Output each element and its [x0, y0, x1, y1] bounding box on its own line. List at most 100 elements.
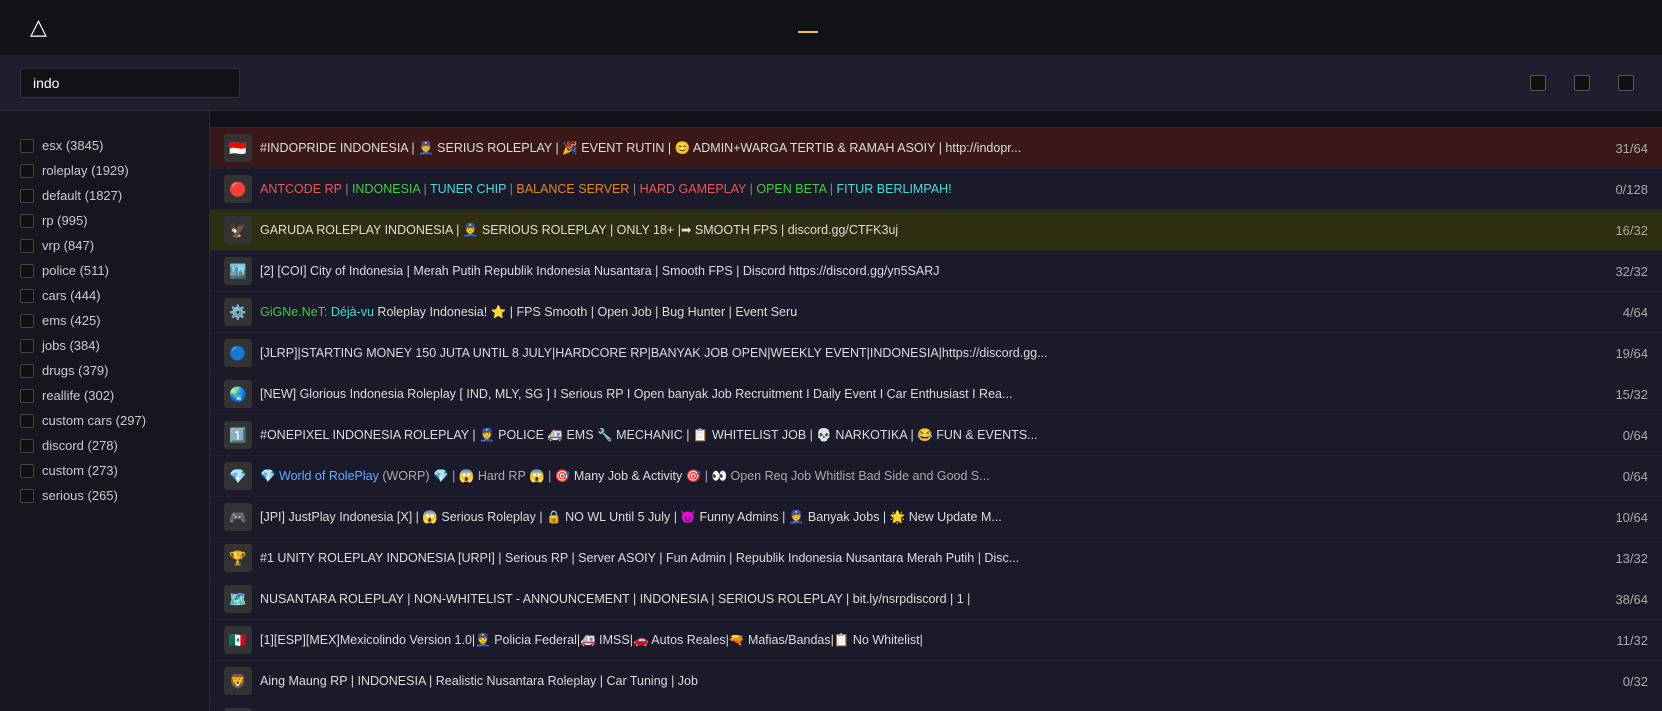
tag-label: drugs (379): [42, 363, 108, 378]
server-row[interactable]: 🏙️ [2] [COI] City of Indonesia | Merah P…: [210, 251, 1662, 292]
tag-label: reallife (302): [42, 388, 114, 403]
nav-favorites[interactable]: [876, 24, 896, 32]
server-row[interactable]: 🇲🇽 [1][ESP][MEX]Mexicolindo Version 1.0|…: [210, 620, 1662, 661]
sidebar-item-vrp[interactable]: vrp (847): [0, 233, 209, 258]
server-row[interactable]: 🌏 [NEW] Glorious Indonesia Roleplay [ IN…: [210, 374, 1662, 415]
server-row[interactable]: 1️⃣ #ONEPIXEL INDONESIA ROLEPLAY | 👮 POL…: [210, 415, 1662, 456]
server-icon: 🏆: [224, 544, 252, 572]
tag-checkbox[interactable]: [20, 389, 34, 403]
server-row[interactable]: 🏆 #1 UNITY ROLEPLAY INDONESIA [URPI] | S…: [210, 538, 1662, 579]
server-name: GARUDA ROLEPLAY INDONESIA | 👮 SERIOUS RO…: [260, 222, 1568, 238]
sidebar-item-ems[interactable]: ems (425): [0, 308, 209, 333]
tag-label: esx (3845): [42, 138, 103, 153]
server-name: [JLRP]|STARTING MONEY 150 JUTA UNTIL 8 J…: [260, 346, 1568, 360]
nav-home[interactable]: [772, 24, 792, 32]
server-row[interactable]: ⚙️ GiGNe.NeT: Déjà-vu Roleplay Indonesia…: [210, 292, 1662, 333]
tag-checkbox[interactable]: [20, 264, 34, 278]
table-header: [210, 111, 1662, 128]
nav-settings[interactable]: [948, 24, 968, 32]
server-row[interactable]: 🗺️ NUSANTARA ROLEPLAY | NON-WHITELIST - …: [210, 579, 1662, 620]
server-icon: 1️⃣: [224, 421, 252, 449]
server-row[interactable]: 🔴 ANTCODE RP | INDONESIA | TUNER CHIP | …: [210, 169, 1662, 210]
server-icon: 🔴: [224, 175, 252, 203]
server-players: 10/64: [1568, 510, 1648, 525]
server-row[interactable]: 🇮🇩 #INDOPRIDE INDONESIA | 👮 SERIUS ROLEP…: [210, 128, 1662, 169]
tag-label: roleplay (1929): [42, 163, 129, 178]
fivem-logo-icon: △: [30, 14, 58, 42]
tag-checkbox[interactable]: [20, 214, 34, 228]
server-name: [1][ESP][MEX]Mexicolindo Version 1.0|👮 P…: [260, 633, 1568, 648]
search-input[interactable]: [20, 68, 240, 98]
tag-checkbox[interactable]: [20, 239, 34, 253]
sidebar: esx (3845) roleplay (1929) default (1827…: [0, 111, 210, 711]
server-players: 0/128: [1568, 182, 1648, 197]
server-row[interactable]: 🔵 [JLRP]|STARTING MONEY 150 JUTA UNTIL 8…: [210, 333, 1662, 374]
sidebar-item-police[interactable]: police (511): [0, 258, 209, 283]
server-row[interactable]: 🎮 [JPI] JustPlay Indonesia [X] | 😱 Serio…: [210, 497, 1662, 538]
server-name: #INDOPRIDE INDONESIA | 👮 SERIUS ROLEPLAY…: [260, 141, 1568, 156]
server-players: 13/32: [1568, 551, 1648, 566]
server-name: 💎 World of RolePlay (WORP) 💎 | 😱 Hard RP…: [260, 469, 1568, 484]
sidebar-item-reallife[interactable]: reallife (302): [0, 383, 209, 408]
server-name: [JPI] JustPlay Indonesia [X] | 😱 Serious…: [260, 510, 1568, 525]
sidebar-item-roleplay[interactable]: roleplay (1929): [0, 158, 209, 183]
sidebar-item-default[interactable]: default (1827): [0, 183, 209, 208]
hide-full-checkbox[interactable]: [1618, 75, 1634, 91]
server-players: 38/64: [1568, 592, 1648, 607]
tag-checkbox[interactable]: [20, 364, 34, 378]
tag-checkbox[interactable]: [20, 314, 34, 328]
nav-supporters[interactable]: [824, 24, 844, 32]
tag-checkbox[interactable]: [20, 489, 34, 503]
server-name: [NEW] Glorious Indonesia Roleplay [ IND,…: [260, 387, 1568, 401]
sidebar-item-drugs[interactable]: drugs (379): [0, 358, 209, 383]
sidebar-item-esx[interactable]: esx (3845): [0, 133, 209, 158]
sidebar-item-jobs[interactable]: jobs (384): [0, 333, 209, 358]
tag-checkbox[interactable]: [20, 439, 34, 453]
tag-label: default (1827): [42, 188, 122, 203]
hide-empty-checkbox[interactable]: [1574, 75, 1590, 91]
server-name: #ONEPIXEL INDONESIA ROLEPLAY | 👮 POLICE …: [260, 428, 1568, 443]
server-row[interactable]: 🦅 GARUDA ROLEPLAY INDONESIA | 👮 SERIOUS …: [210, 210, 1662, 251]
tag-checkbox[interactable]: [20, 464, 34, 478]
tag-checkbox[interactable]: [20, 289, 34, 303]
server-players: 19/64: [1568, 346, 1648, 361]
max-ping-checkbox[interactable]: [1530, 75, 1546, 91]
nav-links: [108, 23, 1632, 33]
server-players: 0/64: [1568, 469, 1648, 484]
hide-full-filter[interactable]: [1618, 75, 1642, 91]
server-row[interactable]: 🦁 Aing Maung RP | INDONESIA | Realistic …: [210, 661, 1662, 702]
server-name: [2] [COI] City of Indonesia | Merah Puti…: [260, 264, 1568, 278]
server-row[interactable]: 💎 💎 World of RolePlay (WORP) 💎 | 😱 Hard …: [210, 456, 1662, 497]
tag-checkbox[interactable]: [20, 139, 34, 153]
sidebar-item-custom[interactable]: custom (273): [0, 458, 209, 483]
server-icon: 🏙️: [224, 257, 252, 285]
server-icon: 🦁: [224, 667, 252, 695]
tag-checkbox[interactable]: [20, 339, 34, 353]
server-list: 🇮🇩 #INDOPRIDE INDONESIA | 👮 SERIUS ROLEP…: [210, 128, 1662, 711]
nav-history[interactable]: [850, 24, 870, 32]
server-players: 31/64: [1568, 141, 1648, 156]
tag-checkbox[interactable]: [20, 164, 34, 178]
server-name: GiGNe.NeT: Déjà-vu Roleplay Indonesia! ⭐…: [260, 305, 1568, 320]
tag-label: rp (995): [42, 213, 88, 228]
tag-checkbox[interactable]: [20, 414, 34, 428]
hide-empty-filter[interactable]: [1574, 75, 1598, 91]
server-icon: 🎮: [224, 503, 252, 531]
server-players: 32/32: [1568, 264, 1648, 279]
server-icon: ⚙️: [224, 298, 252, 326]
server-icon: 🇮🇩: [224, 134, 252, 162]
nav-direct-connect[interactable]: [902, 24, 922, 32]
sidebar-item-custom-cars[interactable]: custom cars (297): [0, 408, 209, 433]
server-name: #1 UNITY ROLEPLAY INDONESIA [URPI] | Ser…: [260, 551, 1568, 565]
sidebar-item-discord[interactable]: discord (278): [0, 433, 209, 458]
sidebar-item-cars[interactable]: cars (444): [0, 283, 209, 308]
tag-checkbox[interactable]: [20, 189, 34, 203]
server-icon: 🦅: [224, 216, 252, 244]
server-row[interactable]: 🇮🇩 RHINEKA ID ROLEPLAY | 🎉 SERIOUS RP | …: [210, 702, 1662, 711]
sidebar-item-serious[interactable]: serious (265): [0, 483, 209, 508]
tag-label: cars (444): [42, 288, 101, 303]
nav-servers[interactable]: [798, 23, 818, 33]
server-name: NUSANTARA ROLEPLAY | NON-WHITELIST - ANN…: [260, 592, 1568, 606]
sidebar-item-rp[interactable]: rp (995): [0, 208, 209, 233]
max-ping-filter[interactable]: [1530, 75, 1554, 91]
